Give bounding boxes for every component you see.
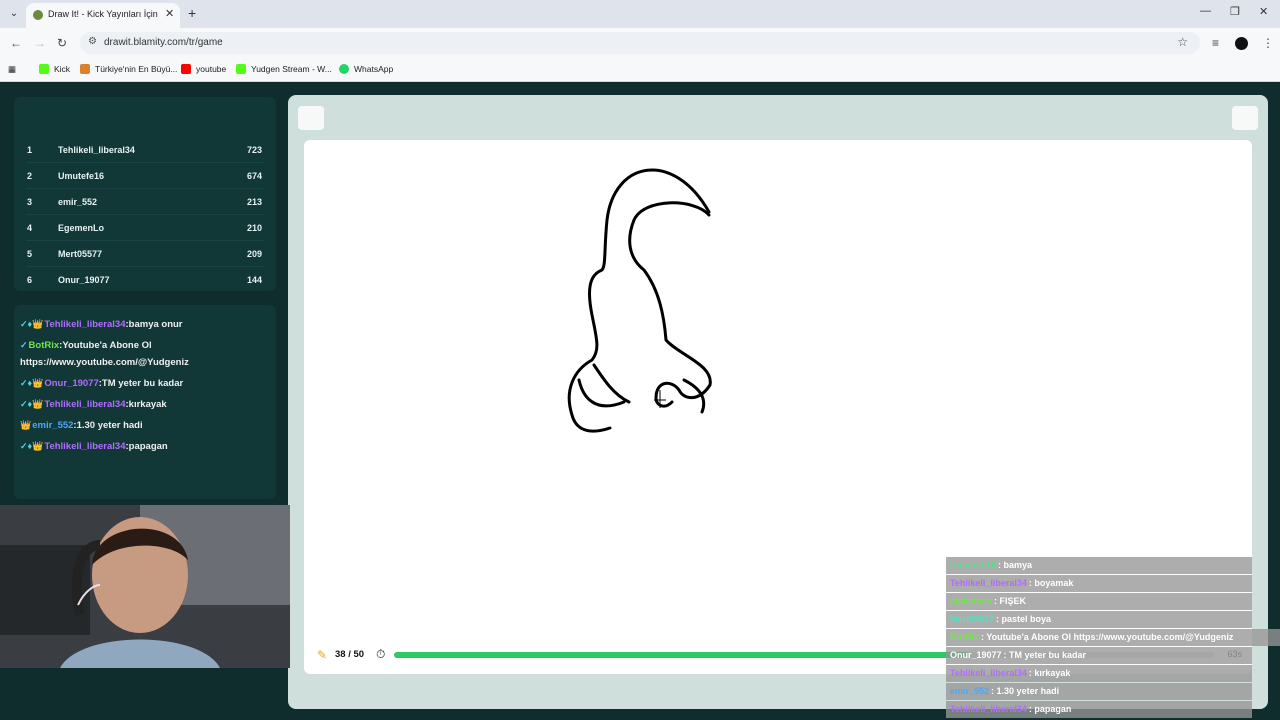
round-progress-fill bbox=[394, 652, 968, 658]
board-left-button[interactable] bbox=[298, 106, 324, 130]
leaderboard: 1 Tehlikeli_liberal34 723 2 Umutefe16 674 3e… bbox=[14, 97, 276, 291]
chat-panel: ✓♦👑Tehlikeli_liberal34:bamya onur ✓BotRi… bbox=[14, 305, 276, 499]
youtube-icon bbox=[181, 64, 191, 74]
leaderboard-row: 5 Mert05577 209 bbox=[26, 241, 264, 267]
restore-icon[interactable]: ❐ bbox=[1230, 5, 1240, 18]
nav-bar: ← → ↻ ⚙ drawit.blamity.com/tr/game ☆ ≡ ⋮ bbox=[0, 28, 1280, 58]
leaderboard-row: 2 Umutefe16 674 bbox=[26, 163, 264, 189]
url-text: drawit.blamity.com/tr/game bbox=[104, 37, 223, 48]
stream-chat-overlay: Umutefe16: bamya Tehlikeli_liberal34: bo… bbox=[946, 553, 1280, 720]
overlay-message: Mert05577: pastel boya bbox=[946, 611, 1252, 628]
bookmarks-bar: ▦ Kick Türkiye'nin En Büyü... youtube Yu… bbox=[0, 58, 1280, 82]
leaderboard-row: 1 Tehlikeli_liberal34 723 bbox=[26, 137, 264, 163]
badge-icons: ✓♦👑 bbox=[20, 319, 44, 329]
minimize-icon[interactable]: — bbox=[1200, 5, 1211, 17]
new-tab-icon[interactable]: + bbox=[188, 5, 196, 21]
chat-message: ✓♦👑Tehlikeli_liberal34:bamya onur bbox=[20, 319, 183, 330]
tab-search-icon[interactable]: ⌄ bbox=[6, 6, 22, 22]
badge-icons: ✓♦👑 bbox=[20, 441, 44, 451]
webcam-image bbox=[0, 505, 290, 668]
chat-message-link[interactable]: https://www.youtube.com/@Yudgeniz bbox=[20, 357, 189, 368]
overlay-message: emir_552: 1.30 yeter hadi bbox=[946, 683, 1252, 700]
leaderboard-row: 6 Onur_19077 144 bbox=[26, 267, 264, 291]
address-bar[interactable]: ⚙ drawit.blamity.com/tr/game ☆ bbox=[80, 32, 1200, 54]
chat-message: ✓♦👑Tehlikeli_liberal34:papagan bbox=[20, 441, 168, 452]
site-info-icon[interactable]: ⚙ bbox=[88, 36, 97, 47]
bookmark-turkiye[interactable]: Türkiye'nin En Büyü... bbox=[80, 64, 177, 74]
badge-icons: 👑 bbox=[20, 420, 32, 430]
bookmark-kick[interactable]: Kick bbox=[39, 64, 70, 74]
active-tab[interactable]: Draw It! - Kick Yayınları İçin Çizim ✕ bbox=[26, 3, 180, 28]
pencil-icon: ✎ bbox=[317, 648, 328, 662]
apps-icon[interactable]: ▦ bbox=[8, 64, 16, 75]
chat-message: 👑emir_552:1.30 yeter hadi bbox=[20, 420, 143, 431]
round-counter: 38 / 50 bbox=[335, 649, 365, 660]
bookmark-whatsapp[interactable]: WhatsApp bbox=[339, 64, 393, 74]
clock-icon: ⏱ bbox=[376, 647, 386, 661]
forward-icon[interactable]: → bbox=[34, 36, 46, 50]
media-icon[interactable]: ≡ bbox=[1212, 36, 1219, 50]
tab-bar: ⌄ Draw It! - Kick Yayınları İçin Çizim ✕… bbox=[0, 0, 1280, 28]
overlay-message: Umutefe16: bamya bbox=[946, 557, 1252, 574]
webcam-feed bbox=[0, 505, 290, 668]
back-icon[interactable]: ← bbox=[10, 36, 22, 50]
overlay-message: BotRix: Youtube'a Abone Ol https://www.y… bbox=[946, 629, 1280, 646]
badge-icons: ✓ bbox=[20, 340, 28, 350]
chat-message: ✓BotRix:Youtube'a Abone Ol bbox=[20, 340, 152, 351]
badge-icons: ✓♦👑 bbox=[20, 378, 44, 388]
tab-close-icon[interactable]: ✕ bbox=[165, 7, 174, 20]
profile-avatar[interactable] bbox=[1235, 37, 1248, 50]
overlay-message: Tehlikeli_liberal34: kırkayak bbox=[946, 665, 1252, 682]
whatsapp-icon bbox=[339, 64, 349, 74]
overlay-message: Tehlikeli_liberal34: boyamak bbox=[946, 575, 1252, 592]
chat-message: ✓♦👑Tehlikeli_liberal34:kırkayak bbox=[20, 399, 167, 410]
leaderboard-row: 4 EgemenLo 210 bbox=[26, 215, 264, 241]
bookmark-yudgen[interactable]: Yudgen Stream - W... bbox=[236, 64, 332, 74]
kick-icon bbox=[39, 64, 49, 74]
bookmark-star-icon[interactable]: ☆ bbox=[1177, 35, 1188, 49]
menu-icon[interactable]: ⋮ bbox=[1262, 36, 1274, 50]
chat-message: ✓♦👑Onur_19077:TM yeter bu kadar bbox=[20, 378, 184, 389]
bookmark-youtube[interactable]: youtube bbox=[181, 64, 226, 74]
tab-favicon-icon bbox=[33, 10, 43, 20]
bookmark-favicon-icon bbox=[80, 64, 90, 74]
kick-icon bbox=[236, 64, 246, 74]
leaderboard-row: 3 emir_552 213 bbox=[26, 189, 264, 215]
overlay-message: plpkcihan: FIŞEK bbox=[946, 593, 1252, 610]
close-window-icon[interactable]: ✕ bbox=[1259, 5, 1268, 18]
board-right-button[interactable] bbox=[1232, 106, 1258, 130]
tab-title: Draw It! - Kick Yayınları İçin Çizim bbox=[48, 9, 158, 19]
reload-icon[interactable]: ↻ bbox=[57, 36, 67, 50]
badge-icons: ✓♦👑 bbox=[20, 399, 44, 409]
overlay-message: Onur_19077: TM yeter bu kadar bbox=[946, 647, 1252, 664]
overlay-message: Tehlikeli_liberal34: papagan bbox=[946, 701, 1252, 718]
